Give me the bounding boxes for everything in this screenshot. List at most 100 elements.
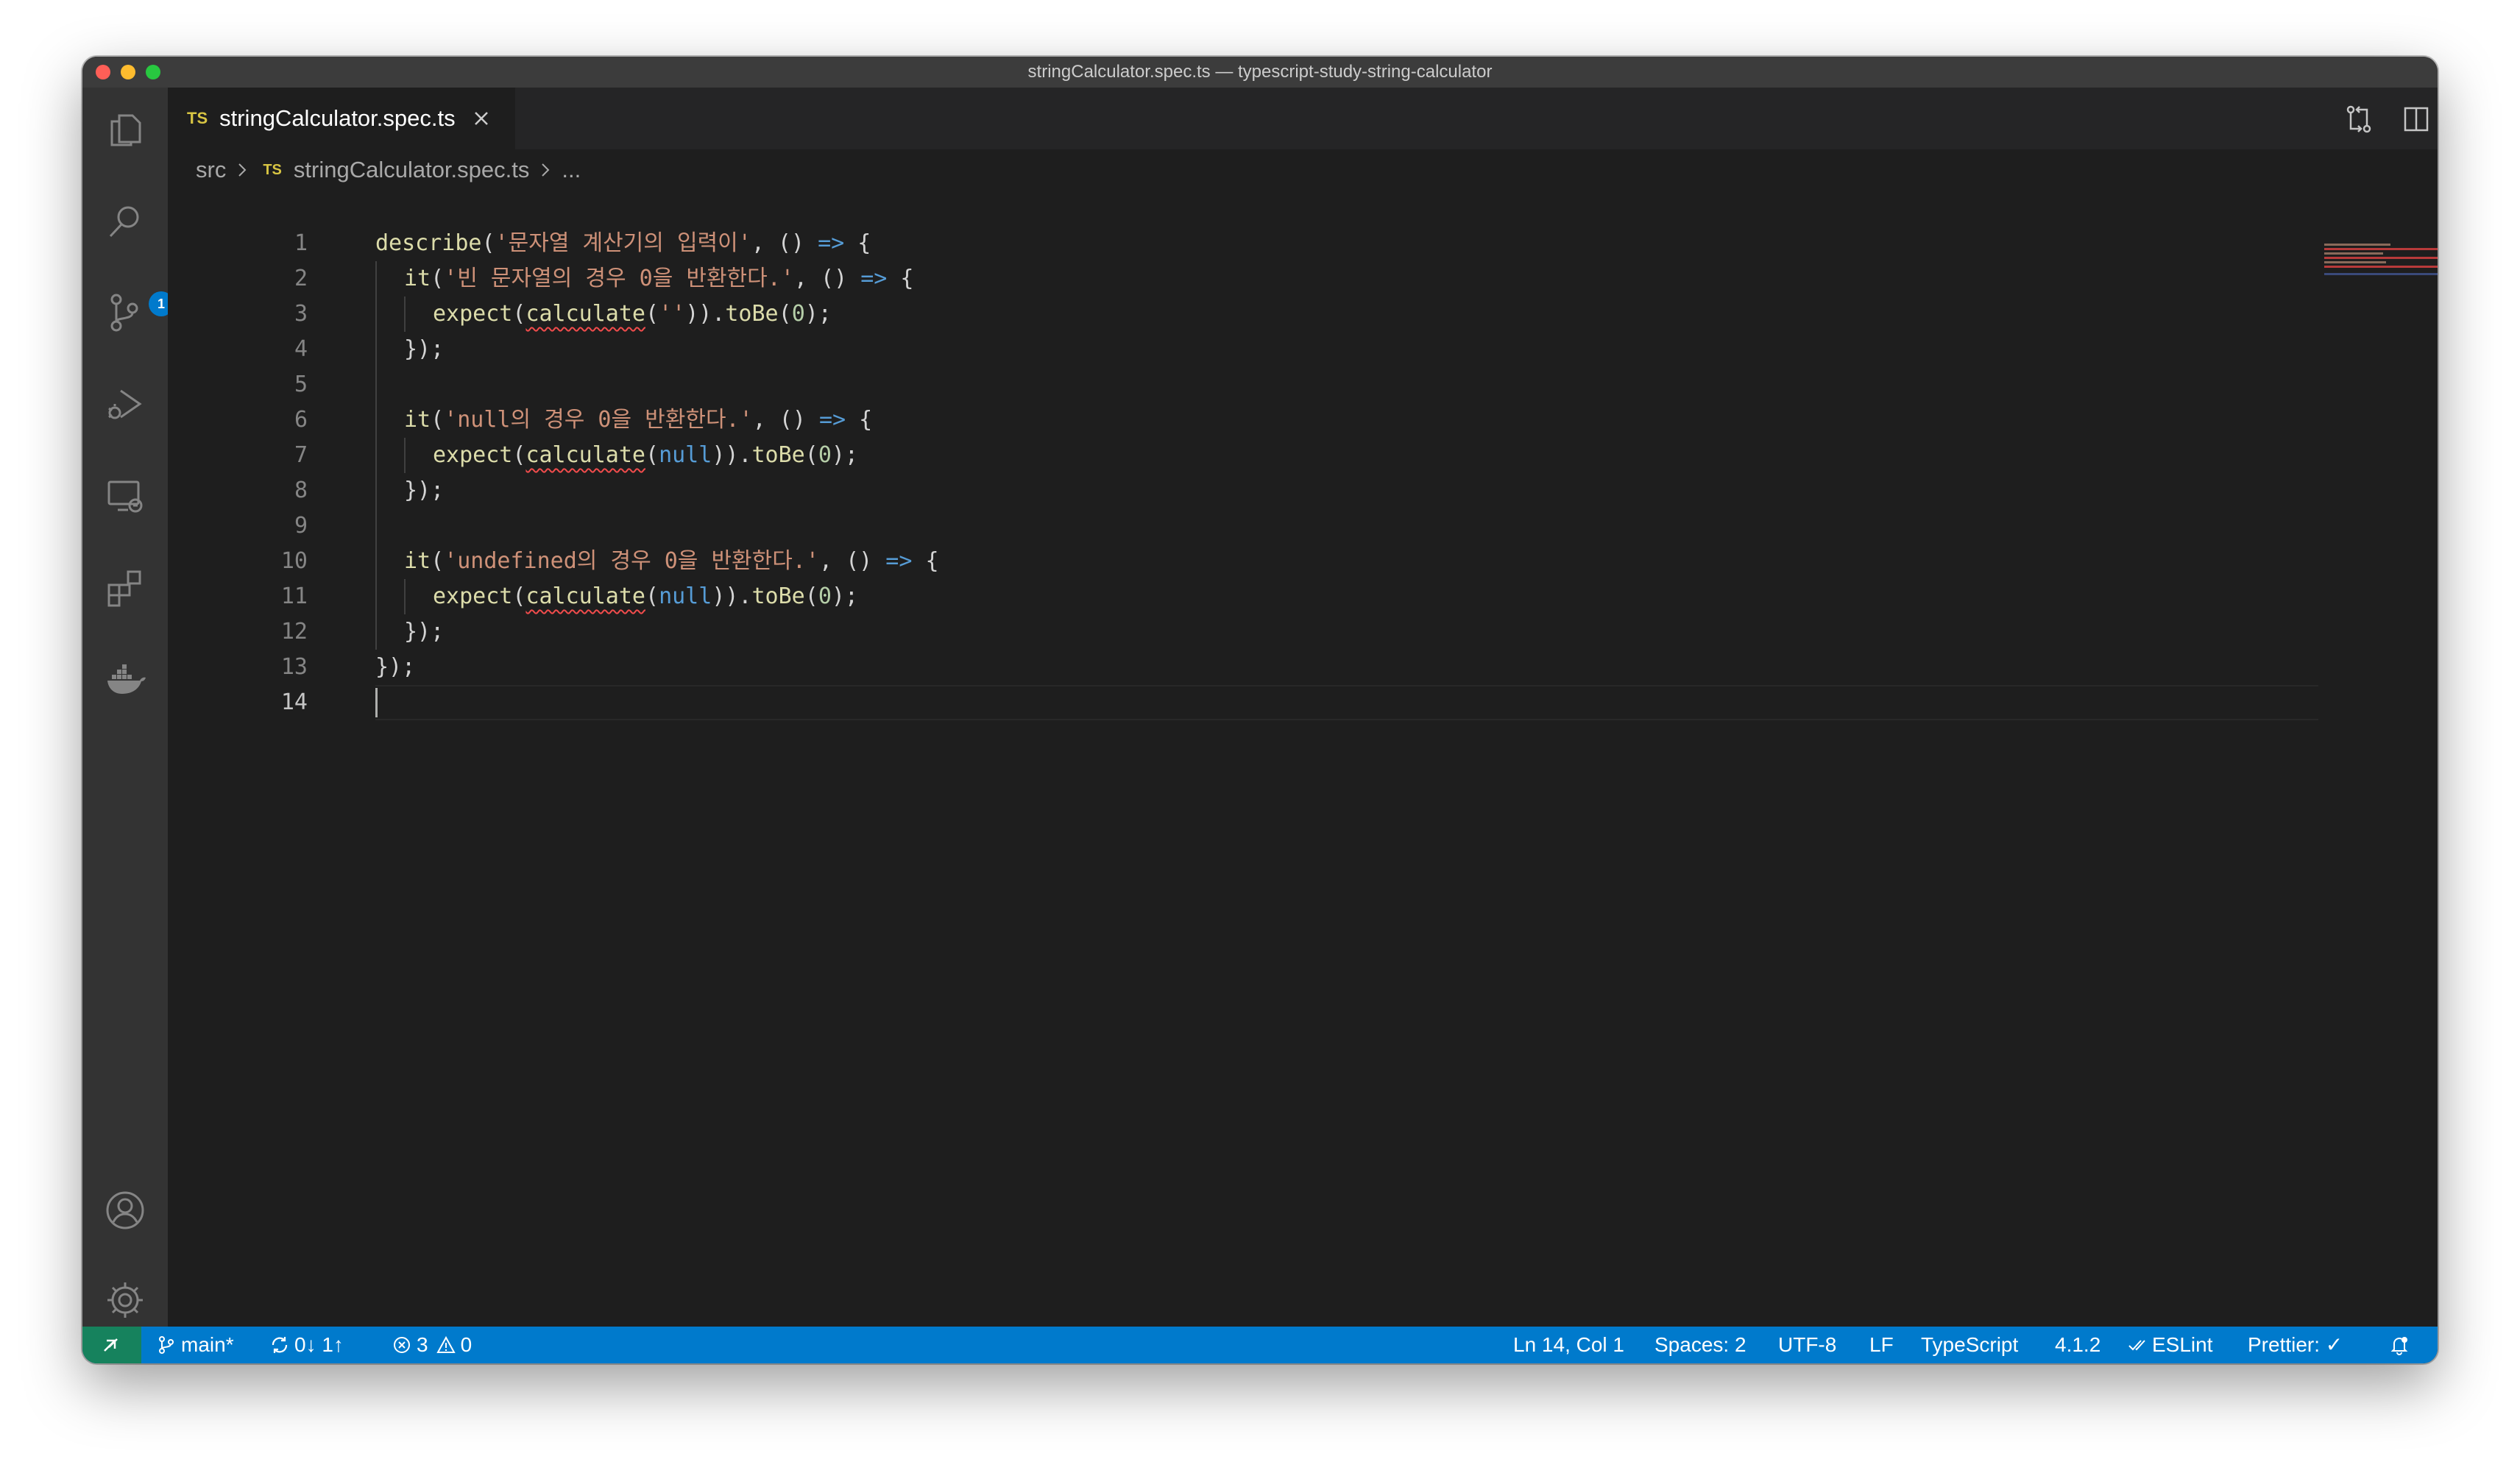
code-line[interactable]: expect(calculate(null)).toBe(0); [375,438,939,473]
cursor-position[interactable]: Ln 14, Col 1 [1513,1327,1624,1363]
code-line-active[interactable] [375,685,939,720]
remote-indicator[interactable] [82,1327,141,1363]
token-function-error[interactable]: calculate [525,301,645,327]
indent-guide [375,438,377,473]
token-function-error[interactable]: calculate [525,583,645,609]
line-number-active: 14 [280,689,308,715]
status-bar: main* 0↓ 1↑ 3 0 Ln 14, Col 1 Spaces: 2 U… [82,1327,2438,1363]
split-editor-icon[interactable] [2401,104,2432,135]
line-number: 13 [280,654,308,680]
code-line[interactable] [375,367,939,402]
activity-bar: 1 [82,88,174,1327]
code-line[interactable]: it('null의 경우 0을 반환한다.', () => { [375,402,939,438]
open-changes-icon[interactable] [2343,104,2374,135]
minimap[interactable] [2324,244,2438,288]
notifications-bell[interactable] [2389,1327,2414,1363]
breadcrumb-file[interactable]: stringCalculator.spec.ts [294,157,529,183]
code-line[interactable]: }); [375,473,939,508]
close-window-button[interactable] [96,65,110,79]
search-icon[interactable] [103,199,147,244]
eslint-status[interactable]: ESLint [2127,1327,2213,1363]
code-editor[interactable]: 1 2 3 4 5 6 7 8 9 10 11 12 13 14 describ… [168,191,2438,1327]
minimap-line [2324,248,2438,250]
branch-name: main* [181,1333,234,1356]
indent-guide [375,261,377,297]
breadcrumb-folder[interactable]: src [196,157,226,183]
indent-guide [375,473,377,508]
eol-status[interactable]: LF [1869,1327,1894,1363]
minimap-line [2324,273,2438,275]
token-function: expect [433,583,513,609]
indent-guide [375,508,377,544]
sync-counts: 0↓ 1↑ [294,1333,344,1356]
close-icon[interactable] [470,107,492,129]
line-number: 8 [294,478,308,503]
line-number: 6 [294,407,308,433]
language-mode[interactable]: TypeScript [1921,1327,2018,1363]
branch-status[interactable]: main* [156,1327,234,1363]
code-line[interactable]: }); [375,332,939,367]
token-function: it [404,407,431,433]
chevron-right-icon [238,163,247,177]
minimap-line [2324,261,2386,263]
token-string: 'null의 경우 0을 반환한다.' [444,407,753,433]
token-function: expect [433,301,513,327]
code-line[interactable]: expect(calculate(null)).toBe(0); [375,579,939,614]
breadcrumb: src TS stringCalculator.spec.ts ... [168,149,2438,191]
token-function: toBe [725,301,779,327]
minimap-line [2324,252,2383,255]
remote-explorer-icon[interactable] [103,475,147,519]
typescript-version[interactable]: 4.1.2 [2055,1327,2100,1363]
explorer-icon[interactable] [103,108,147,152]
token-function-error[interactable]: calculate [525,442,645,468]
encoding-status[interactable]: UTF-8 [1778,1327,1836,1363]
code-line[interactable]: it('undefined의 경우 0을 반환한다.', () => { [375,544,939,579]
code-line[interactable]: }); [375,650,939,685]
token-string: '' [659,301,686,327]
code-line[interactable]: expect(calculate('')).toBe(0); [375,297,939,332]
token-function: toBe [751,442,805,468]
docker-icon[interactable] [103,657,147,701]
token-string: '문자열 계산기의 입력이' [495,230,751,256]
run-debug-icon[interactable] [103,382,147,426]
token-arrow: => [818,407,846,433]
maximize-window-button[interactable] [146,65,160,79]
line-number: 2 [294,266,308,291]
code-line[interactable]: it('빈 문자열의 경우 0을 반환한다.', () => { [375,261,939,297]
vscode-window: stringCalculator.spec.ts — typescript-st… [82,57,2438,1363]
token-number: 0 [818,442,832,468]
token-arrow: => [860,266,888,291]
sync-status[interactable]: 0↓ 1↑ [269,1327,344,1363]
line-number: 4 [294,336,308,362]
line-number: 11 [280,583,308,609]
code-line[interactable]: }); [375,614,939,650]
minimize-window-button[interactable] [121,65,135,79]
extensions-icon[interactable] [103,566,147,610]
token-string: '빈 문자열의 경우 0을 반환한다.' [444,266,794,291]
error-count: 3 [417,1333,428,1356]
line-number: 3 [294,301,308,327]
indentation-status[interactable]: Spaces: 2 [1654,1327,1746,1363]
tab-stringcalculator-spec[interactable]: TS stringCalculator.spec.ts [168,88,515,149]
token-keyword: null [659,583,712,609]
indent-guide [375,332,377,367]
account-icon[interactable] [103,1188,147,1232]
indent-guide [375,297,377,332]
prettier-status[interactable]: Prettier: ✓ [2248,1327,2343,1363]
indent-guide [375,367,377,402]
problems-status[interactable]: 3 0 [392,1327,472,1363]
bell-icon [2390,1337,2408,1355]
warning-icon [436,1335,456,1353]
code-line[interactable]: describe('문자열 계산기의 입력이', () => { [375,226,939,261]
token-string: 'undefined의 경우 0을 반환한다.' [444,548,819,574]
source-control-icon[interactable]: 1 [103,291,174,335]
typescript-file-icon: TS [187,109,208,127]
token-arrow: => [885,548,913,574]
git-branch-icon [159,1336,174,1354]
code-lines[interactable]: describe('문자열 계산기의 입력이', () => { it('빈 문… [375,226,939,720]
code-line[interactable] [375,508,939,544]
breadcrumb-more[interactable]: ... [562,157,581,183]
minimap-line [2324,266,2438,268]
settings-gear-icon[interactable] [103,1278,147,1322]
sync-icon [272,1337,288,1353]
